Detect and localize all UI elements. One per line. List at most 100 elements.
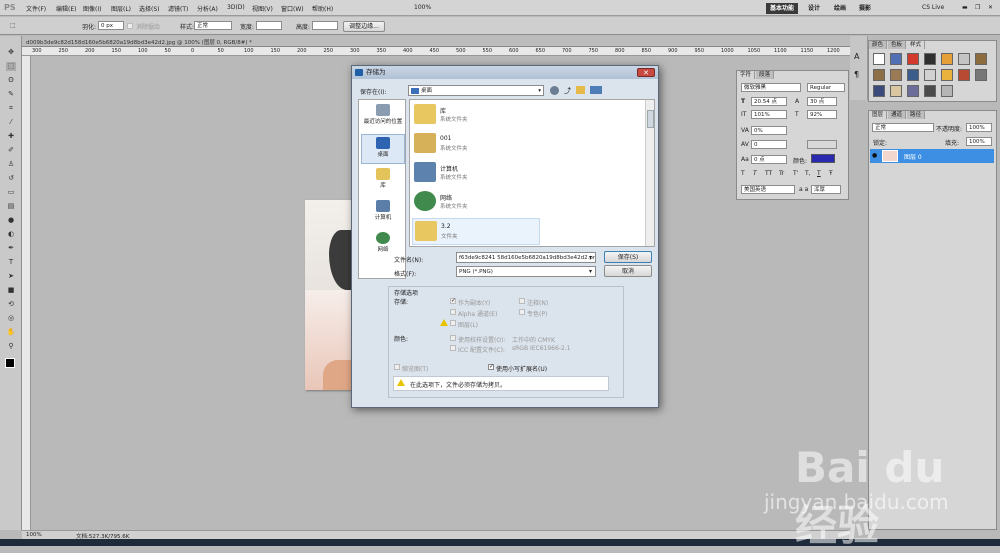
workspace-essentials[interactable]: 基本功能 <box>766 3 799 14</box>
eyedropper-icon[interactable]: ⁄ <box>6 118 16 127</box>
move-tool-icon[interactable]: ✥ <box>6 48 16 57</box>
style-swatch[interactable] <box>924 53 936 65</box>
underline-button[interactable]: T <box>817 170 821 177</box>
baseline-input[interactable]: 0 点 <box>751 155 787 164</box>
style-swatch[interactable] <box>890 69 902 81</box>
cancel-button[interactable]: 取消 <box>604 265 652 277</box>
eye-icon[interactable]: ● <box>872 152 877 159</box>
style-swatch[interactable] <box>975 69 987 81</box>
filename-input[interactable]: f63de9c8241 58d160e5b6820a19d8bd3e42d2.p… <box>456 252 596 263</box>
style-swatch[interactable] <box>907 85 919 97</box>
character-panel-icon[interactable]: A <box>854 52 859 61</box>
dialog-titlebar[interactable]: 存储为 <box>352 66 658 79</box>
style-swatch[interactable] <box>941 53 953 65</box>
clone-stamp-icon[interactable]: ♙ <box>6 160 16 169</box>
file-item-computer[interactable]: 计算机 系统文件夹 <box>412 160 540 187</box>
style-swatch[interactable] <box>924 85 936 97</box>
tab-styles[interactable]: 样式 <box>907 41 926 49</box>
up-folder-icon[interactable]: ⤴ <box>564 86 571 96</box>
place-desktop[interactable]: 桌面 <box>361 134 405 164</box>
as-copy-checkbox[interactable] <box>450 297 456 304</box>
font-size-input[interactable]: 20.54 点 <box>751 97 787 106</box>
history-brush-icon[interactable]: ↺ <box>6 174 16 183</box>
tab-paths[interactable]: 路径 <box>907 111 926 119</box>
all-caps-button[interactable]: TT <box>765 170 772 177</box>
lowercase-checkbox[interactable] <box>488 363 494 370</box>
style-swatch[interactable] <box>941 85 953 97</box>
menu-help[interactable]: 帮助(H) <box>312 4 333 13</box>
document-tab[interactable]: d009b3de9c82d158d160e5b6820a19d8bd3e42d2… <box>22 36 850 47</box>
marquee-tool-icon[interactable]: ⬚ <box>6 62 16 71</box>
file-item-3-2[interactable]: 3.2 文件夹 <box>412 218 540 245</box>
layer-row[interactable]: ● 图层 0 <box>870 149 994 163</box>
tab-swatches[interactable]: 色板 <box>888 41 907 49</box>
file-list-scrollbar[interactable] <box>645 100 654 246</box>
dialog-close-icon[interactable]: ✕ <box>637 68 655 77</box>
type-tool-icon[interactable]: T <box>6 258 16 267</box>
close-icon[interactable]: ✕ <box>988 4 993 11</box>
style-swatch[interactable] <box>941 69 953 81</box>
zoom-level[interactable]: 100% <box>414 4 431 11</box>
refine-edge-button[interactable]: 调整边缘... <box>343 21 385 32</box>
restore-icon[interactable]: ❐ <box>975 4 980 11</box>
leading-input[interactable]: 30 点 <box>807 97 837 106</box>
workspace-painting[interactable]: 绘画 <box>830 3 850 14</box>
style-swatch[interactable] <box>958 53 970 65</box>
scrollbar-thumb[interactable] <box>647 110 654 128</box>
horizontal-scale-input[interactable]: 92% <box>807 110 837 119</box>
menu-image[interactable]: 图像(I) <box>83 4 101 13</box>
workspace-design[interactable]: 设计 <box>804 3 824 14</box>
save-button[interactable]: 保存(S) <box>604 251 652 263</box>
layers-checkbox[interactable] <box>450 320 456 326</box>
chevron-down-icon[interactable]: ▾ <box>589 268 592 275</box>
menu-file[interactable]: 文件(F) <box>26 4 46 13</box>
language-select[interactable]: 美国英语 <box>741 185 795 194</box>
tab-channels[interactable]: 通道 <box>888 111 907 119</box>
tab-character[interactable]: 字符 <box>737 71 756 79</box>
font-family-select[interactable]: 微软雅黑 <box>741 83 801 92</box>
vertical-scale-input[interactable]: 101% <box>751 110 787 119</box>
width-input[interactable] <box>256 21 282 30</box>
style-swatch[interactable] <box>873 85 885 97</box>
gradient-tool-icon[interactable]: ▤ <box>6 202 16 211</box>
alpha-checkbox[interactable] <box>450 309 456 315</box>
tab-layers[interactable]: 图层 <box>869 111 888 119</box>
fill-input[interactable]: 100% <box>966 137 992 146</box>
view-menu-icon[interactable] <box>590 86 602 94</box>
document-image[interactable] <box>305 200 353 390</box>
opacity-input[interactable]: 100% <box>966 123 992 132</box>
feather-input[interactable]: 0 px <box>98 21 124 30</box>
file-item-001[interactable]: 001 系统文件夹 <box>412 131 540 158</box>
style-none-swatch[interactable] <box>873 53 885 65</box>
pen-tool-icon[interactable]: ✒ <box>6 244 16 253</box>
style-swatch[interactable] <box>873 69 885 81</box>
spot-checkbox[interactable] <box>519 309 525 315</box>
place-computer[interactable]: 计算机 <box>361 198 405 228</box>
superscript-button[interactable]: T' <box>793 170 798 177</box>
style-swatch[interactable] <box>890 53 902 65</box>
cs-live-button[interactable]: CS Live <box>922 4 944 11</box>
faux-italic-button[interactable]: T <box>753 170 757 177</box>
shape-tool-icon[interactable]: ■ <box>6 286 16 295</box>
eraser-tool-icon[interactable]: ▭ <box>6 188 16 197</box>
menu-3d[interactable]: 3D(D) <box>227 4 245 11</box>
text-color-swatch[interactable] <box>811 154 835 163</box>
format-select[interactable]: PNG (*.PNG) <box>456 266 596 277</box>
menu-edit[interactable]: 编辑(E) <box>56 4 76 13</box>
back-icon[interactable] <box>550 86 559 95</box>
menu-filter[interactable]: 滤镜(T) <box>168 4 188 13</box>
file-item-network[interactable]: 网络 系统文件夹 <box>412 189 540 216</box>
style-swatch[interactable] <box>907 53 919 65</box>
minimize-icon[interactable]: ▬ <box>962 4 968 11</box>
menu-window[interactable]: 窗口(W) <box>281 4 304 13</box>
status-zoom[interactable]: 100% <box>26 532 42 538</box>
style-select[interactable]: 正常 <box>194 21 232 30</box>
marquee-tool-icon[interactable]: ⬚ <box>10 22 16 29</box>
menu-select[interactable]: 选择(S) <box>139 4 160 13</box>
style-swatch[interactable] <box>907 69 919 81</box>
hand-tool-icon[interactable]: ✋ <box>6 328 16 337</box>
antialias-select[interactable]: 浑厚 <box>811 185 841 194</box>
healing-brush-icon[interactable]: ✚ <box>6 132 16 141</box>
font-style-select[interactable]: Regular <box>807 83 845 92</box>
style-swatch[interactable] <box>958 69 970 81</box>
